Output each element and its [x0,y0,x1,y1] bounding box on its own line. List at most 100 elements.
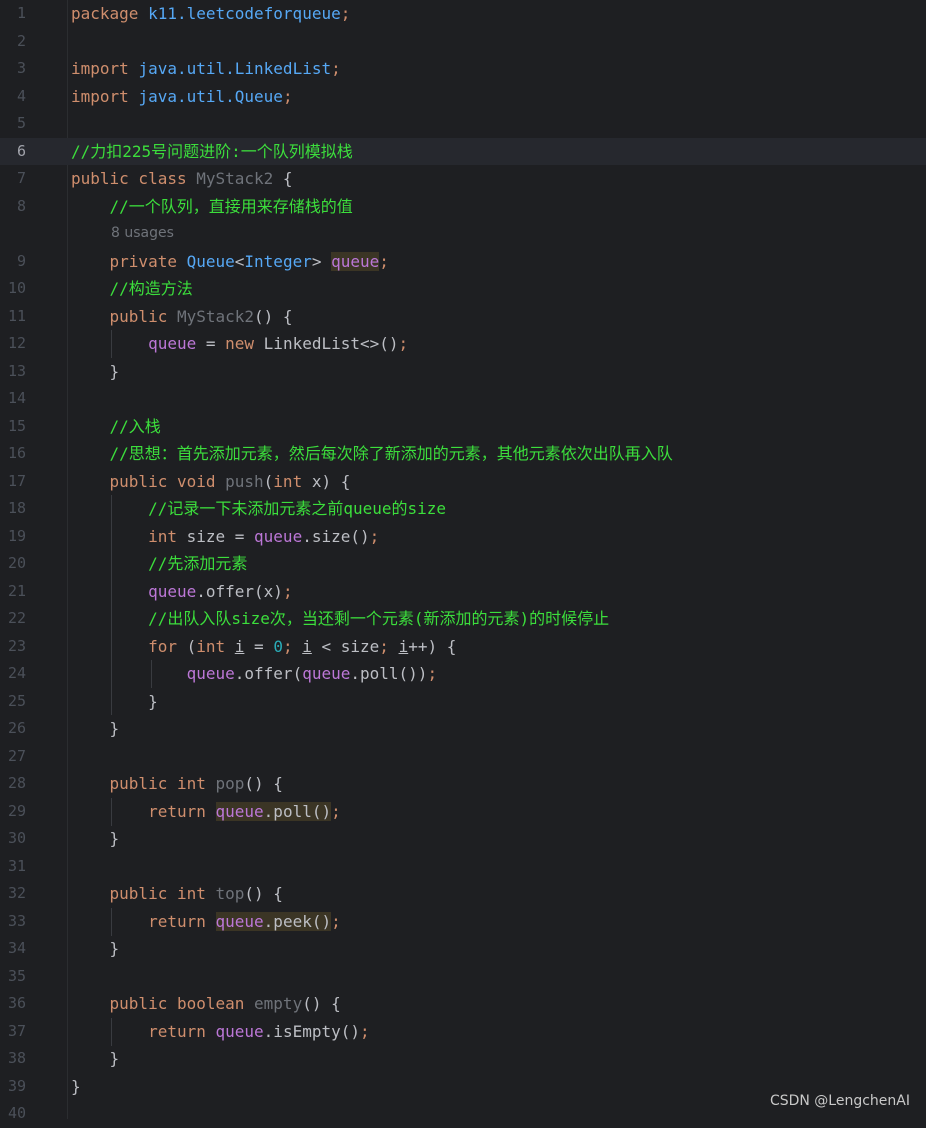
code-text: package k11.leetcodeforqueue; [71,0,350,28]
code-line[interactable]: 21 queue.offer(x); [0,578,926,606]
code-line[interactable]: 10 //构造方法 [0,275,926,303]
code-token: queue [215,1021,264,1041]
code-line[interactable]: 27 [0,743,926,771]
code-line[interactable]: 15 //入栈 [0,413,926,441]
code-line[interactable]: 30 } [0,825,926,853]
code-text: //先添加元素 [71,550,247,578]
code-line[interactable]: 16 //思想：首先添加元素，然后每次除了新添加的元素，其他元素依次出队再入队 [0,440,926,468]
code-token: i [234,636,245,656]
code-token: import [71,59,139,78]
line-number: 1 [16,4,26,22]
code-token: int [148,526,187,546]
code-line[interactable]: 19 int size = queue.size(); [0,523,926,551]
code-line[interactable]: 32 public int top() { [0,880,926,908]
code-line[interactable]: 23 for (int i = 0; i < size; i++) { [0,633,926,661]
code-line[interactable]: 37 return queue.isEmpty(); [0,1018,926,1046]
code-line[interactable]: 26 } [0,715,926,743]
code-token: for [148,636,187,656]
code-token: .offer(x) [196,581,283,601]
code-token: 0 [273,636,283,656]
usages-inlay-hint[interactable]: 8 usages [111,220,174,248]
code-text: public int pop() { [71,770,283,798]
code-line[interactable]: 1 package k11.leetcodeforqueue; [0,0,926,28]
code-line[interactable]: 8 //一个队列，直接用来存储栈的值 [0,193,926,221]
code-line[interactable]: 31 [0,853,926,881]
code-token: MyStack2 [196,169,274,188]
line-number: 8 [16,196,26,215]
code-line[interactable]: 18 //记录一下未添加元素之前queue的size [0,495,926,523]
code-token: queue [148,334,197,353]
line-number: 30 [7,829,26,847]
code-token: //入栈 [109,416,161,436]
code-token: return [148,911,216,931]
code-token: MyStack2 [176,306,255,326]
code-text: //记录一下未添加元素之前queue的size [71,495,446,523]
code-token: public void [109,471,226,491]
code-line[interactable]: 9 private Queue<Integer> queue; [0,248,926,276]
code-token: Queue [186,251,235,271]
code-line[interactable]: 17 public void push(int x) { [0,468,926,496]
code-line[interactable]: 36 public boolean empty() { [0,990,926,1018]
code-text: //出队入队size次，当还剩一个元素(新添加的元素)的时候停止 [71,605,609,633]
line-number: 17 [7,471,26,490]
code-token: > [311,251,332,271]
line-number: 31 [7,856,26,875]
code-text: public MyStack2() { [71,303,293,331]
line-number: 4 [16,86,26,105]
code-token: private [109,251,187,271]
line-number: 2 [16,31,26,50]
line-number: 28 [7,774,26,792]
code-line[interactable]: 25 } [0,688,926,716]
code-line[interactable]: 4 import java.util.Queue; [0,83,926,111]
code-token: } [71,829,120,848]
code-line[interactable]: 24 queue.offer(queue.poll()); [0,660,926,688]
code-line[interactable]: 22 //出队入队size次，当还剩一个元素(新添加的元素)的时候停止 [0,605,926,633]
code-line[interactable]: 2 [0,28,926,56]
code-token: } [71,1049,120,1068]
code-token: } [71,939,120,958]
code-token: empty [254,994,303,1013]
code-token: new [225,334,264,353]
code-line[interactable]: 29 return queue.poll(); [0,798,926,826]
line-number: 35 [7,966,26,985]
code-line[interactable]: 12 queue = new LinkedList<>(); [0,330,926,358]
code-text: for (int i = 0; i < size; i++) { [71,633,456,661]
line-number: 25 [7,691,26,710]
code-token: //思想：首先添加元素，然后每次除了新添加的元素，其他元素依次出队再入队 [109,444,673,463]
code-line[interactable]: 38 } [0,1045,926,1073]
code-line[interactable]: 11 public MyStack2() { [0,303,926,331]
code-token: ; [398,334,409,353]
code-line[interactable]: 6 //力扣225号问题进阶:一个队列模拟栈 [0,137,926,166]
code-token: java.util. [138,59,235,78]
inlay-hint-row[interactable]: 8 usages [0,220,926,248]
code-line[interactable]: 7 public class MyStack2 { [0,165,926,193]
code-line[interactable]: 35 [0,963,926,991]
code-token: queue [215,911,264,931]
code-line[interactable]: 14 [0,385,926,413]
code-line[interactable]: 20 //先添加元素 [0,550,926,578]
line-number: 12 [7,334,26,352]
line-number: 32 [7,884,26,902]
code-token: () { [254,306,293,326]
line-number: 7 [16,169,26,187]
code-token: public int [109,884,216,903]
code-token: Integer [244,251,312,271]
code-line[interactable]: 5 [0,110,926,138]
code-line[interactable]: 34 } [0,935,926,963]
code-line[interactable]: 3 import java.util.LinkedList; [0,55,926,83]
code-line[interactable]: 33 return queue.peek(); [0,908,926,936]
code-text: import java.util.LinkedList; [71,55,341,83]
code-line[interactable]: 13 } [0,358,926,386]
code-text: //力扣225号问题进阶:一个队列模拟栈 [71,138,353,166]
code-line[interactable]: 28 public int pop() { [0,770,926,798]
code-text: //一个队列，直接用来存储栈的值 [71,193,353,221]
line-number: 26 [7,719,26,737]
code-editor[interactable]: 1 package k11.leetcodeforqueue; 2 3 import j… [0,0,926,1122]
